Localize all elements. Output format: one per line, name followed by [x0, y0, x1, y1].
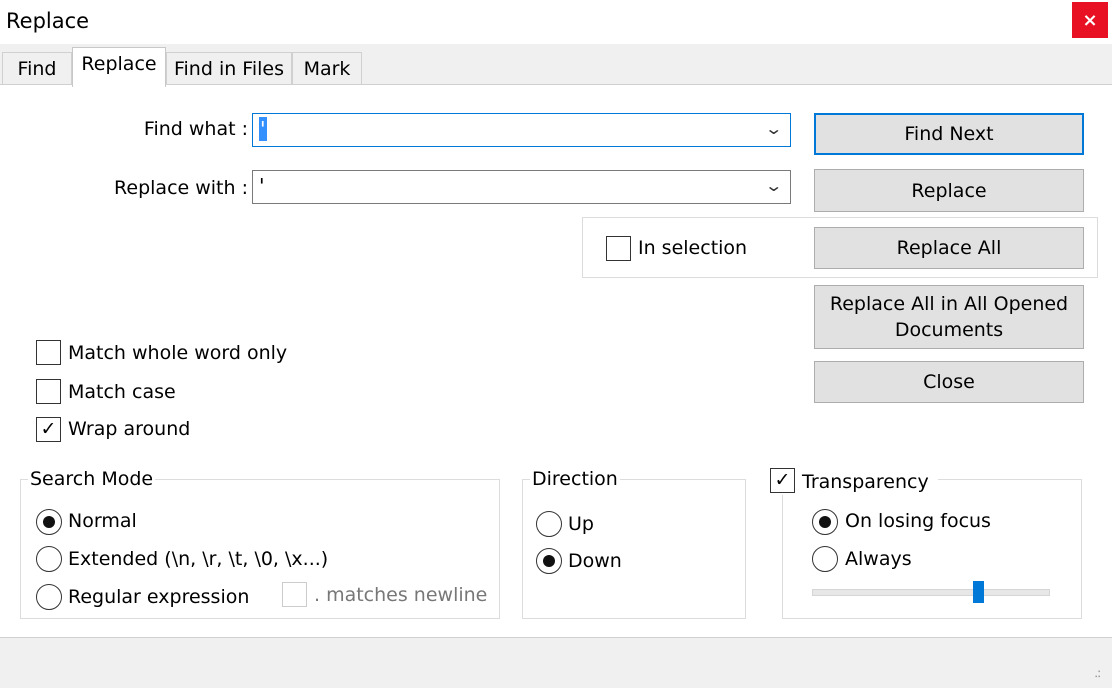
search-mode-legend: Search Mode — [28, 468, 156, 490]
extended-label: Extended (\n, \r, \t, \0, \x...) — [68, 548, 329, 570]
close-button[interactable]: Close — [814, 361, 1084, 403]
chevron-down-icon[interactable]: ⌄ — [764, 119, 783, 138]
wrap-around-checkbox[interactable]: ✓ — [36, 417, 61, 442]
check-mark-icon: ✓ — [774, 469, 791, 491]
direction-down-label: Down — [568, 550, 622, 572]
always-radio[interactable] — [812, 546, 838, 572]
tab-find[interactable]: Find — [2, 52, 72, 85]
normal-label: Normal — [68, 510, 137, 532]
find-what-value: ' — [259, 117, 267, 141]
regular-expression-label: Regular expression — [68, 586, 250, 608]
tab-find-in-files[interactable]: Find in Files — [166, 52, 292, 85]
transparency-checkbox[interactable]: ✓ — [770, 468, 795, 493]
find-what-text: ' — [259, 117, 267, 141]
close-icon: × — [1082, 9, 1098, 31]
match-whole-word-checkbox[interactable] — [36, 340, 61, 365]
radio-dot — [43, 516, 55, 528]
extended-radio[interactable] — [36, 546, 62, 572]
check-mark-icon: ✓ — [40, 418, 57, 440]
radio-dot — [819, 516, 831, 528]
replace-with-combo[interactable]: ' ⌄ — [252, 170, 791, 204]
direction-up-label: Up — [568, 513, 594, 535]
close-window-button[interactable]: × — [1072, 2, 1108, 38]
in-selection-label: In selection — [638, 237, 748, 259]
match-whole-word-label: Match whole word only — [68, 342, 288, 364]
transparency-label: Transparency — [802, 471, 929, 493]
title-bar: Replace × — [0, 0, 1112, 44]
normal-radio[interactable] — [36, 509, 62, 535]
matches-newline-label: . matches newline — [314, 584, 488, 606]
match-case-label: Match case — [68, 381, 176, 403]
match-case-checkbox[interactable] — [36, 379, 61, 404]
regular-expression-radio[interactable] — [36, 584, 62, 610]
on-losing-focus-label: On losing focus — [845, 510, 991, 532]
replace-all-button[interactable]: Replace All — [814, 227, 1084, 269]
resize-grip-icon[interactable]: ⠠ ⠤ — [1094, 666, 1108, 682]
transparency-slider[interactable] — [812, 589, 1050, 596]
in-selection-checkbox[interactable] — [606, 236, 631, 261]
tab-label: Find — [17, 58, 57, 80]
find-what-combo[interactable]: ' ⌄ — [252, 113, 791, 147]
on-losing-focus-radio[interactable] — [812, 509, 838, 535]
replace-with-label: Replace with : — [114, 177, 248, 199]
window-title: Replace — [6, 9, 90, 33]
chevron-down-icon[interactable]: ⌄ — [764, 176, 783, 195]
tab-mark[interactable]: Mark — [292, 52, 362, 85]
find-what-label: Find what : — [143, 118, 248, 140]
tab-label: Mark — [303, 58, 351, 80]
transparency-slider-thumb[interactable] — [973, 581, 985, 603]
replace-panel: Find what : ' ⌄ Replace with : ' ⌄ Find … — [0, 84, 1112, 638]
tab-label: Find in Files — [173, 58, 285, 80]
replace-with-value: ' — [259, 174, 265, 198]
tab-label: Replace — [81, 53, 157, 75]
find-next-button[interactable]: Find Next — [814, 113, 1084, 155]
direction-legend: Direction — [530, 468, 620, 490]
replace-all-opened-button[interactable]: Replace All in All Opened Documents — [814, 285, 1084, 349]
direction-down-radio[interactable] — [536, 548, 562, 574]
radio-dot — [543, 555, 555, 567]
matches-newline-checkbox[interactable] — [282, 582, 307, 607]
direction-up-radio[interactable] — [536, 511, 562, 537]
tab-replace[interactable]: Replace — [72, 47, 166, 87]
replace-button[interactable]: Replace — [814, 169, 1084, 212]
wrap-around-label: Wrap around — [68, 418, 191, 440]
always-label: Always — [845, 548, 912, 570]
